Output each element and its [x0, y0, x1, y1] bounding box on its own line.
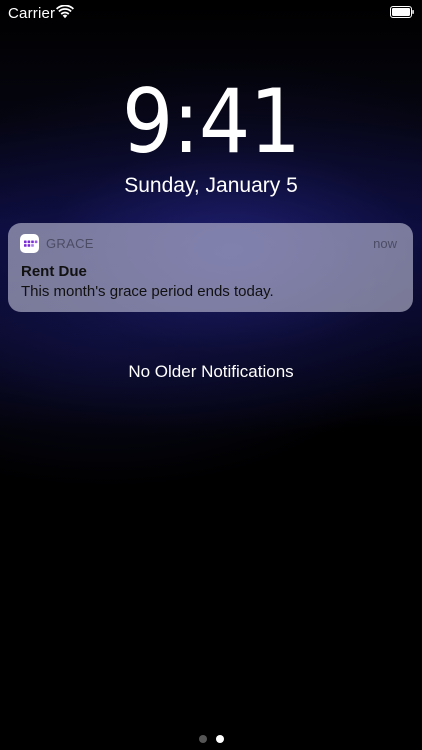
page-indicator[interactable] [0, 735, 422, 745]
notification-card[interactable]: GRACE now Rent Due This month's grace pe… [8, 223, 413, 312]
lock-screen-time: 9:41 [121, 70, 301, 173]
status-bar: Carrier [0, 0, 422, 26]
notification-title: Rent Due [21, 263, 87, 280]
lock-screen-date: Sunday, January 5 [124, 174, 298, 197]
battery-full-icon [390, 6, 414, 18]
notification-app-name: GRACE [46, 236, 94, 251]
page-dot-2-current[interactable] [216, 735, 224, 743]
notification-timestamp: now [373, 236, 397, 251]
wifi-icon [56, 5, 74, 19]
page-dot-1[interactable] [199, 735, 207, 743]
grace-logo-icon [24, 240, 38, 247]
notification-header: GRACE now [20, 233, 399, 255]
notification-body: This month's grace period ends today. [21, 283, 274, 300]
no-older-notifications-label: No Older Notifications [128, 362, 294, 381]
carrier-label: Carrier [8, 5, 56, 22]
grace-app-icon [20, 234, 39, 253]
